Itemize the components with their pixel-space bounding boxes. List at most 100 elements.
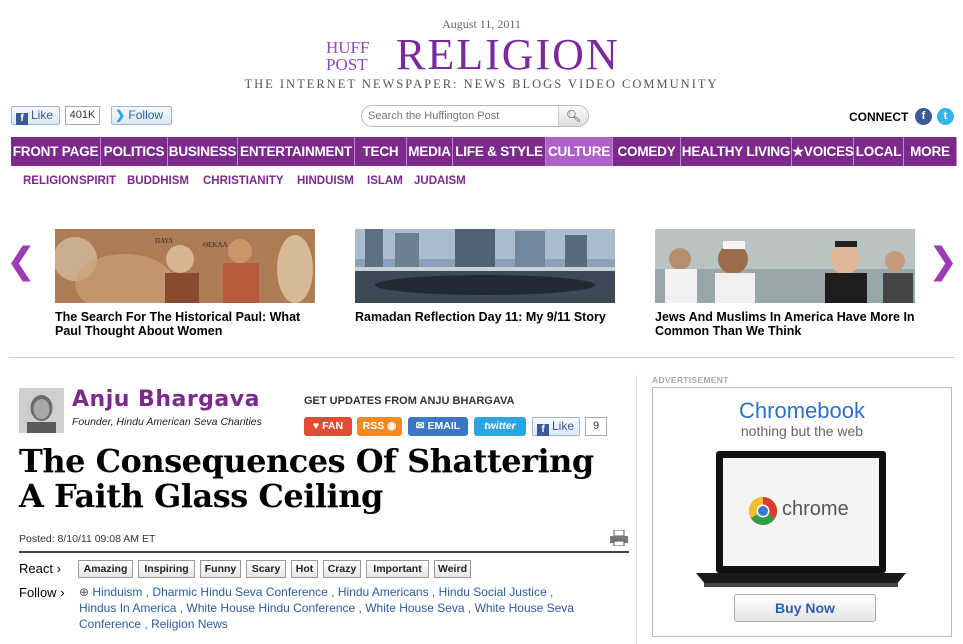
article-headline: The Consequences Of Shattering A Faith G…: [19, 442, 594, 515]
nav-item-local[interactable]: LOCAL: [854, 137, 904, 166]
subnav-item-spirit[interactable]: SPIRIT: [79, 175, 116, 187]
tag-separator: ,: [327, 585, 338, 599]
follow-plus-icon[interactable]: ⊕: [79, 585, 92, 599]
like-count: 401K: [65, 106, 100, 125]
nav-item-media[interactable]: MEDIA: [407, 137, 453, 166]
follow-label-text: Follow: [19, 585, 57, 600]
react-label-text: React: [19, 561, 53, 576]
facebook-icon: f: [537, 424, 549, 436]
subnav-item-buddhism[interactable]: BUDDHISM: [127, 175, 189, 187]
twitter-follow-button[interactable]: ❯ Follow: [111, 106, 172, 125]
nav-item-culture[interactable]: CULTURE: [546, 137, 613, 166]
nav-item-entertainment[interactable]: ENTERTAINMENT: [238, 137, 355, 166]
react-button-crazy[interactable]: Crazy: [323, 560, 361, 578]
follow-tag-link[interactable]: White House Hindu Conference: [186, 601, 355, 615]
print-icon[interactable]: [609, 530, 629, 546]
facebook-icon[interactable]: f: [915, 108, 932, 125]
nav-item-voices[interactable]: ★VOICES: [792, 137, 854, 166]
column-divider: [636, 375, 637, 644]
chrome-logo-icon: [749, 497, 777, 525]
nav-item-comedy[interactable]: COMEDY: [613, 137, 681, 166]
nav-item-business[interactable]: BUSINESS: [168, 137, 238, 166]
nav-item-politics[interactable]: POLITICS: [101, 137, 168, 166]
like-count: 9: [585, 417, 607, 436]
twitter-icon[interactable]: t: [937, 108, 954, 125]
search-box: 🔍︎: [361, 105, 589, 127]
carousel-image-911-memorial[interactable]: [355, 229, 615, 303]
nav-item-life-style[interactable]: LIFE & STYLE: [453, 137, 546, 166]
carousel-next-arrow-icon[interactable]: ❯: [928, 244, 958, 280]
follow-tag-link[interactable]: Religion News: [151, 617, 228, 631]
follow-label: Follow: [128, 108, 164, 122]
carousel-prev-arrow-icon[interactable]: ❮: [6, 244, 36, 280]
subnav-item-judaism[interactable]: JUDAISM: [414, 175, 466, 187]
follow-label: Follow ›: [19, 585, 65, 600]
tag-separator: ,: [464, 601, 475, 615]
react-button-weird[interactable]: Weird: [434, 560, 471, 578]
carousel-image-paul-fresco[interactable]: ΘΕΚΛΑ ΠΑΥΛ: [55, 229, 315, 303]
search-button[interactable]: 🔍︎: [558, 106, 588, 126]
subnav-item-hinduism[interactable]: HINDUISM: [297, 175, 354, 187]
like-label: Like: [31, 108, 54, 122]
carousel-image-jews-muslims[interactable]: [655, 229, 915, 303]
subnav-item-christianity[interactable]: CHRISTIANITY: [203, 175, 284, 187]
fan-button[interactable]: ♥ FAN: [304, 417, 352, 436]
author-avatar[interactable]: [19, 388, 64, 433]
carousel-caption-paul[interactable]: The Search For The Historical Paul: What…: [55, 310, 317, 338]
facebook-like-button[interactable]: f Like: [11, 106, 60, 125]
follow-tag-link[interactable]: Hinduism: [92, 585, 142, 599]
chevron-right-icon: ›: [56, 561, 61, 576]
react-label: React ›: [19, 561, 61, 576]
react-button-scary[interactable]: Scary: [246, 560, 286, 578]
ad-subtitle: nothing but the web: [740, 423, 864, 439]
envelope-icon: ✉: [415, 420, 425, 432]
site-tagline: THE INTERNET NEWSPAPER: NEWS BLOGS VIDEO…: [244, 77, 719, 91]
logo-huff-text: HUFF: [326, 38, 370, 57]
subnav-item-islam[interactable]: ISLAM: [367, 175, 403, 187]
like-label: Like: [552, 419, 575, 433]
rss-button[interactable]: RSS ◉: [357, 417, 402, 436]
tag-separator: ,: [428, 585, 439, 599]
chevron-right-icon: ›: [60, 585, 65, 600]
follow-tags: ⊕ Hinduism , Dharmic Hindu Seva Conferen…: [79, 584, 579, 632]
follow-tag-link[interactable]: Hindus In America: [79, 601, 176, 615]
main-nav: FRONT PAGE POLITICS BUSINESS ENTERTAINMENT T…: [11, 137, 957, 166]
divider: [19, 551, 629, 553]
email-label: EMAIL: [427, 420, 461, 432]
follow-tag-link[interactable]: Hindu Americans: [338, 585, 429, 599]
react-button-amazing[interactable]: Amazing: [78, 560, 133, 578]
twitter-button[interactable]: twitter: [474, 417, 526, 436]
rss-label: RSS: [362, 420, 385, 432]
react-button-inspiring[interactable]: Inspiring: [138, 560, 195, 578]
author-name[interactable]: Anju Bhargava: [72, 387, 260, 412]
search-input[interactable]: [368, 108, 554, 124]
tag-separator: ,: [142, 585, 153, 599]
facebook-icon: f: [16, 113, 28, 125]
nav-item-front-page[interactable]: FRONT PAGE: [11, 137, 101, 166]
chrome-wordmark: chrome: [782, 498, 849, 520]
buy-now-button[interactable]: Buy Now: [734, 594, 876, 622]
follow-tag-link[interactable]: Dharmic Hindu Seva Conference: [152, 585, 327, 599]
react-button-important[interactable]: Important: [366, 560, 429, 578]
tag-separator: ,: [141, 617, 152, 631]
follow-tag-link[interactable]: Hindu Social Justice: [439, 585, 547, 599]
subnav-item-religion[interactable]: RELIGION: [23, 175, 79, 187]
get-updates-label: GET UPDATES FROM ANJU BHARGAVA: [304, 395, 515, 407]
nav-item-healthy-living[interactable]: HEALTHY LIVING: [681, 137, 792, 166]
follow-tag-link[interactable]: White House Seva: [365, 601, 464, 615]
ad-title[interactable]: Chromebook: [652, 398, 952, 424]
carousel-caption-jews-muslims[interactable]: Jews And Muslims In America Have More In…: [655, 310, 917, 338]
section-logo[interactable]: RELIGION: [396, 30, 620, 80]
tag-separator: ,: [176, 601, 187, 615]
nav-item-more[interactable]: MORE: [904, 137, 957, 166]
nav-item-tech[interactable]: TECH: [355, 137, 407, 166]
fan-label: FAN: [322, 420, 344, 432]
twitter-bird-icon: ❯: [115, 108, 126, 122]
author-title: Founder, Hindu American Seva Charities: [72, 416, 262, 428]
huffpost-logo[interactable]: HUFF POST: [326, 39, 376, 73]
email-button[interactable]: ✉ EMAIL: [408, 417, 468, 436]
facebook-like-button[interactable]: f Like: [532, 417, 580, 436]
react-button-funny[interactable]: Funny: [200, 560, 241, 578]
carousel-caption-ramadan[interactable]: Ramadan Reflection Day 11: My 9/11 Story: [355, 310, 617, 324]
react-button-hot[interactable]: Hot: [291, 560, 318, 578]
